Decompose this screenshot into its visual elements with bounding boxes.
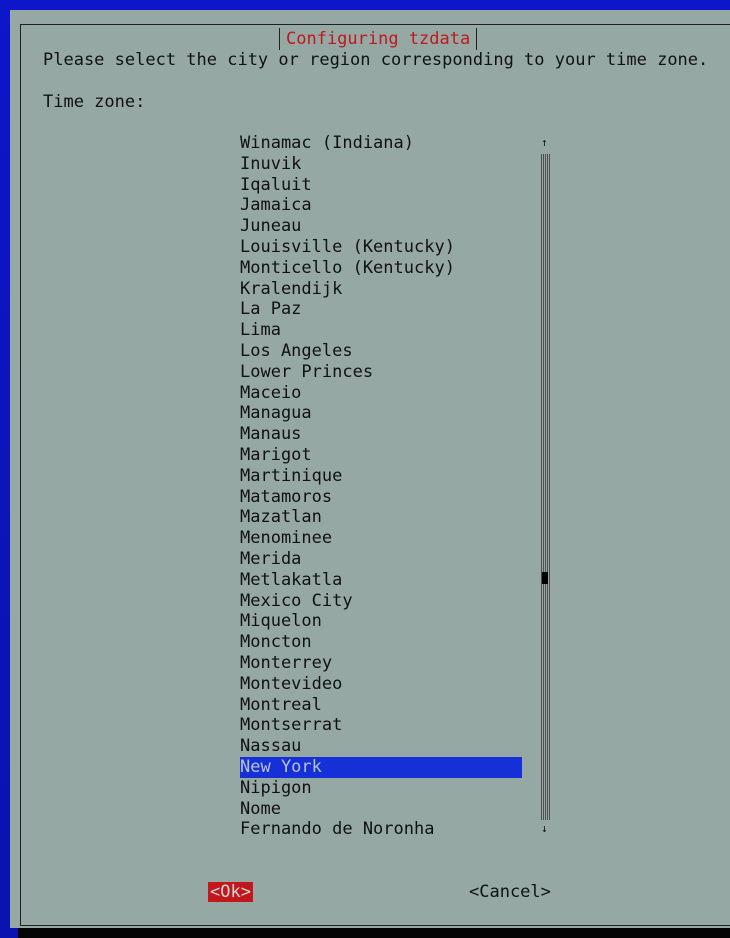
- dialog-frame: Configuring tzdata Please select the cit…: [20, 24, 730, 926]
- time-zone-option[interactable]: Monticello (Kentucky): [240, 258, 522, 279]
- time-zone-option[interactable]: New York: [240, 756, 522, 778]
- time-zone-option[interactable]: Jamaica: [240, 195, 522, 216]
- time-zone-option[interactable]: Winamac (Indiana): [240, 133, 522, 154]
- time-zone-option[interactable]: Montreal: [240, 695, 522, 716]
- time-zone-option[interactable]: Louisville (Kentucky): [240, 237, 522, 258]
- time-zone-option[interactable]: Maceio: [240, 383, 522, 404]
- dialog-title: Configuring tzdata: [279, 28, 478, 50]
- time-zone-option[interactable]: Merida: [240, 549, 522, 570]
- time-zone-option[interactable]: Monterrey: [240, 653, 522, 674]
- time-zone-option[interactable]: Mexico City: [240, 591, 522, 612]
- time-zone-option[interactable]: Kralendijk: [240, 279, 522, 300]
- time-zone-option[interactable]: Los Angeles: [240, 341, 522, 362]
- time-zone-option[interactable]: Martinique: [240, 466, 522, 487]
- time-zone-option[interactable]: Montevideo: [240, 674, 522, 695]
- time-zone-option[interactable]: Juneau: [240, 216, 522, 237]
- time-zone-option[interactable]: Marigot: [240, 445, 522, 466]
- ok-button[interactable]: <Ok>: [208, 882, 253, 902]
- time-zone-option[interactable]: Matamoros: [240, 487, 522, 508]
- time-zone-option[interactable]: Managua: [240, 403, 522, 424]
- time-zone-option[interactable]: Nassau: [240, 736, 522, 757]
- time-zone-option[interactable]: Iqaluit: [240, 175, 522, 196]
- prompt-text: Please select the city or region corresp…: [43, 50, 709, 70]
- time-zone-option[interactable]: Nipigon: [240, 778, 522, 799]
- time-zone-option[interactable]: Inuvik: [240, 154, 522, 175]
- time-zone-option[interactable]: Miquelon: [240, 611, 522, 632]
- time-zone-option[interactable]: Metlakatla: [240, 570, 522, 591]
- scroll-down-arrow-icon[interactable]: ↓: [541, 823, 548, 835]
- time-zone-option[interactable]: Mazatlan: [240, 507, 522, 528]
- time-zone-option[interactable]: Nome: [240, 799, 522, 820]
- scroll-up-arrow-icon[interactable]: ↑: [541, 137, 548, 149]
- time-zone-option[interactable]: La Paz: [240, 299, 522, 320]
- time-zone-option[interactable]: Montserrat: [240, 715, 522, 736]
- dialog-shadow: [18, 928, 730, 938]
- time-zone-option[interactable]: Lower Princes: [240, 362, 522, 383]
- scrollbar-track[interactable]: [541, 154, 551, 820]
- tzdata-dialog: Configuring tzdata Please select the cit…: [10, 10, 730, 928]
- time-zone-option[interactable]: Fernando de Noronha: [240, 819, 522, 840]
- scrollbar-thumb[interactable]: [542, 572, 548, 584]
- time-zone-option[interactable]: Menominee: [240, 528, 522, 549]
- time-zone-list[interactable]: Winamac (Indiana) Inuvik Iqaluit Jamaica Jun…: [240, 133, 522, 840]
- time-zone-option[interactable]: Manaus: [240, 424, 522, 445]
- time-zone-option[interactable]: Lima: [240, 320, 522, 341]
- time-zone-label: Time zone:: [43, 92, 146, 112]
- time-zone-option[interactable]: Moncton: [240, 632, 522, 653]
- cancel-button[interactable]: <Cancel>: [469, 882, 551, 902]
